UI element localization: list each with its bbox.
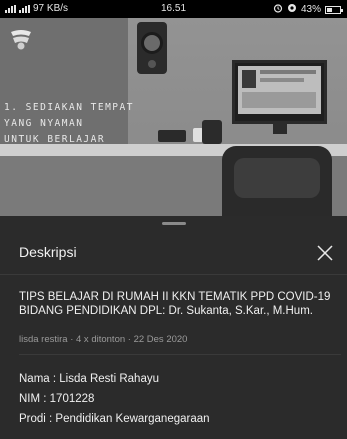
chair-seat <box>234 158 320 198</box>
battery-icon <box>325 5 343 14</box>
divider <box>0 274 347 275</box>
video-meta: lisda restira · 4 x ditonton · 22 Des 20… <box>19 334 188 345</box>
sheet-drag-handle[interactable] <box>162 222 186 225</box>
alarm-icon <box>273 3 283 16</box>
app-screen: 97 KB/s 16.51 43% 1. SEDIAKAN TEMPAT YAN… <box>0 0 347 439</box>
description-sheet: Deskripsi TIPS BELAJAR DI RUMAH II KKN T… <box>0 216 347 439</box>
description-nim: NIM : 1701228 <box>19 393 95 405</box>
overlay-line: YANG NYAMAN <box>4 118 84 129</box>
divider <box>19 354 341 355</box>
video-player[interactable]: 1. SEDIAKAN TEMPAT YANG NYAMAN UNTUK BER… <box>0 18 347 216</box>
sync-icon <box>287 3 297 16</box>
status-bar: 97 KB/s 16.51 43% <box>0 0 347 18</box>
overlay-line: 1. SEDIAKAN TEMPAT <box>4 102 134 113</box>
monitor-stand <box>273 124 287 134</box>
phone-illustration <box>158 130 186 142</box>
video-overlay-text: 1. SEDIAKAN TEMPAT YANG NYAMAN UNTUK BER… <box>4 100 134 148</box>
sheet-title: Deskripsi <box>19 244 77 260</box>
video-title: TIPS BELAJAR DI RUMAH II KKN TEMATIK PPD… <box>19 291 331 317</box>
speaker-cone <box>141 32 163 54</box>
lamp-illustration <box>202 120 222 144</box>
battery-fill <box>327 7 332 12</box>
university-logo-icon <box>8 26 34 52</box>
battery-percent: 43% <box>300 4 321 15</box>
speaker-dot <box>148 60 156 68</box>
status-right: 43% <box>273 3 343 16</box>
monitor-screen <box>238 66 321 114</box>
description-prodi: Prodi : Pendidikan Kewarganegaraan <box>19 413 210 425</box>
close-icon[interactable] <box>315 243 335 263</box>
description-name: Nama : Lisda Resti Rahayu <box>19 373 159 385</box>
